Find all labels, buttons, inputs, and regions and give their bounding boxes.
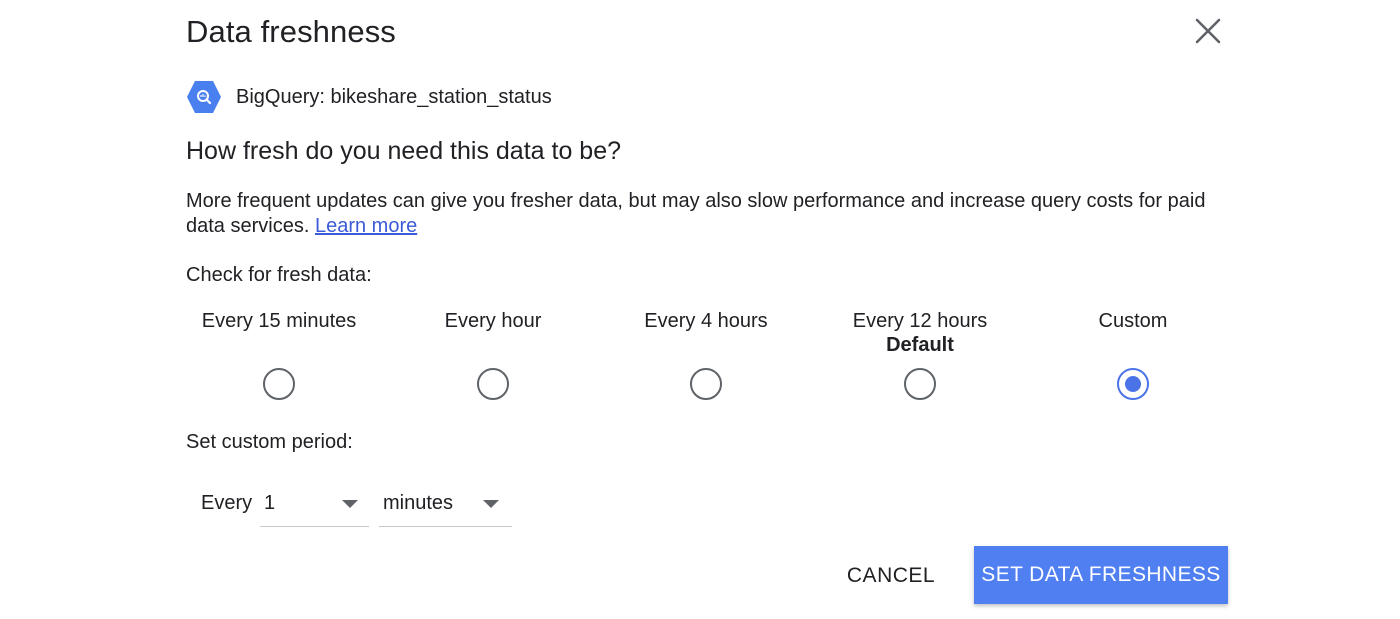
freshness-description: More frequent updates can give you fresh…: [186, 189, 1236, 239]
option-label: Custom: [1098, 310, 1168, 332]
option-label: Every 15 minutes: [201, 310, 357, 332]
period-unit-select[interactable]: minutes: [379, 486, 512, 527]
data-source-label: BigQuery: bikeshare_station_status: [236, 85, 552, 108]
freshness-options: Every 15 minutes Every hour Every 4 hour…: [172, 308, 1240, 408]
period-unit-value: minutes: [383, 492, 454, 514]
option-sublabel: [1026, 334, 1240, 356]
bigquery-icon: [187, 81, 221, 113]
cancel-button[interactable]: CANCEL: [832, 549, 950, 603]
option-default-badge: Default: [886, 334, 954, 356]
freshness-question: How fresh do you need this data to be?: [186, 137, 622, 165]
dialog-title: Data freshness: [186, 14, 396, 49]
option-every-12-hours[interactable]: Every 12 hours Default: [813, 308, 1027, 400]
period-number-value: 1: [264, 492, 276, 514]
option-label: Every hour: [444, 310, 542, 332]
radio-custom[interactable]: [1117, 368, 1149, 400]
custom-period-label: Set custom period:: [186, 431, 353, 453]
close-button[interactable]: [1188, 11, 1228, 51]
data-source-row: BigQuery: bikeshare_station_status: [186, 79, 552, 115]
option-sublabel: [172, 334, 386, 356]
radio-every-hour[interactable]: [477, 368, 509, 400]
check-fresh-data-label: Check for fresh data:: [186, 264, 372, 286]
dropdown-arrow-icon: [342, 500, 358, 508]
dropdown-arrow-icon: [483, 500, 499, 508]
option-every-15-minutes[interactable]: Every 15 minutes: [172, 308, 386, 400]
close-icon: [1195, 18, 1221, 44]
radio-every-12-hours[interactable]: [904, 368, 936, 400]
option-label: Every 4 hours: [644, 310, 768, 332]
every-label: Every: [201, 492, 253, 514]
option-every-hour[interactable]: Every hour: [386, 308, 600, 400]
radio-every-4-hours[interactable]: [690, 368, 722, 400]
option-label: Every 12 hours: [852, 310, 988, 332]
learn-more-link[interactable]: Learn more: [315, 215, 417, 237]
set-data-freshness-button[interactable]: SET DATA FRESHNESS: [974, 546, 1228, 604]
period-number-select[interactable]: 1: [260, 486, 369, 527]
option-sublabel: [599, 334, 813, 356]
radio-every-15-minutes[interactable]: [263, 368, 295, 400]
option-sublabel: [386, 334, 600, 356]
option-custom[interactable]: Custom: [1026, 308, 1240, 400]
data-freshness-dialog: Data freshness BigQuery: bikeshare_stati…: [0, 0, 1400, 619]
option-every-4-hours[interactable]: Every 4 hours: [599, 308, 813, 400]
